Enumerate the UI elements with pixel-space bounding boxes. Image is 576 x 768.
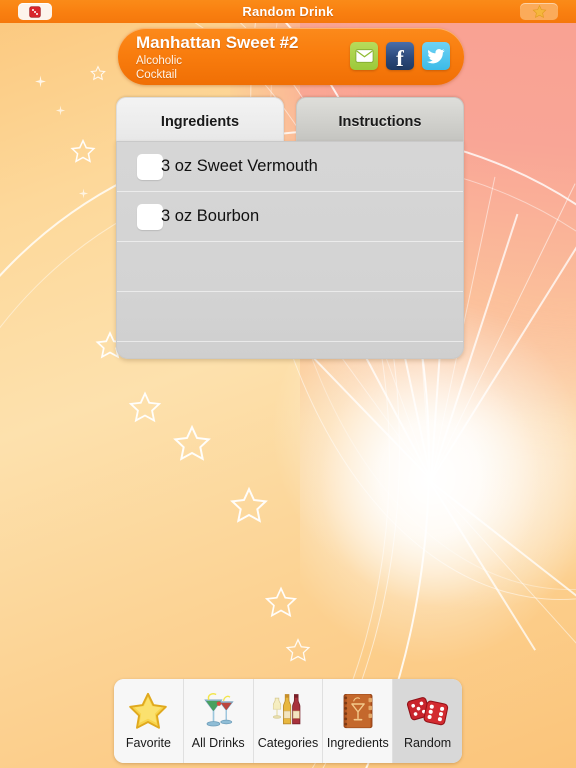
envelope-icon: [355, 49, 373, 63]
decorative-star-icon: [229, 485, 269, 525]
star-icon: [532, 4, 546, 19]
ingredient-row[interactable]: 3 oz Sweet Vermouth: [117, 142, 463, 192]
ingredient-row-empty: [117, 242, 463, 292]
tabbar-item-ingredients[interactable]: Ingredients: [323, 679, 394, 763]
drink-detail-panel: Ingredients Instructions 3 oz Sweet Verm…: [116, 97, 464, 359]
tab-ingredients[interactable]: Ingredients: [116, 97, 284, 145]
recipe-book-icon: [334, 687, 382, 735]
titlebar-title: Random Drink: [242, 4, 334, 19]
ingredient-row-empty: [117, 342, 463, 358]
tabbar-label: Categories: [257, 736, 319, 750]
tabbar-item-favorite[interactable]: Favorite: [114, 679, 184, 763]
ingredient-checkbox[interactable]: [137, 153, 163, 180]
email-share-button[interactable]: [350, 42, 378, 70]
tabbar-label: Favorite: [125, 736, 171, 750]
drink-type: Cocktail: [136, 69, 177, 81]
ingredient-row-empty: [117, 292, 463, 342]
cocktails-icon: [194, 687, 242, 735]
decorative-star-icon: [78, 188, 89, 199]
facebook-share-button[interactable]: f: [386, 42, 414, 70]
tabbar-item-all-drinks[interactable]: All Drinks: [183, 679, 254, 763]
bottles-icon: [264, 687, 312, 735]
ingredient-checkbox[interactable]: [137, 203, 163, 230]
tabbar-item-random[interactable]: Random: [393, 679, 462, 763]
ingredients-list: 3 oz Sweet Vermouth 3 oz Bourbon: [116, 141, 464, 359]
ingredient-label: 3 oz Bourbon: [161, 207, 260, 225]
twitter-bird-icon: [426, 48, 445, 64]
drink-category: Alcoholic: [136, 55, 183, 67]
decorative-star-icon: [172, 423, 212, 463]
decorative-star-icon: [264, 585, 298, 619]
ingredient-label: 3 oz Sweet Vermouth: [161, 157, 318, 175]
dice-icon: [404, 687, 452, 735]
titlebar-dice-button[interactable]: [18, 3, 52, 20]
share-buttons: f: [350, 42, 450, 70]
tabbar-label: Random: [403, 736, 452, 750]
detail-tabs: Ingredients Instructions: [116, 97, 464, 145]
star-icon: [124, 687, 172, 735]
ingredient-row[interactable]: 3 oz Bourbon: [117, 192, 463, 242]
tab-ingredients-label: Ingredients: [160, 113, 240, 130]
decorative-star-icon: [55, 105, 66, 116]
tab-instructions[interactable]: Instructions: [296, 97, 464, 145]
decorative-star-icon: [70, 138, 96, 164]
titlebar-favorite-button[interactable]: [520, 3, 558, 20]
decorative-star-icon: [285, 637, 311, 663]
bottom-tabbar: Favorite All Drinks Categories Ingredien…: [114, 679, 462, 763]
tab-instructions-label: Instructions: [338, 113, 422, 130]
twitter-share-button[interactable]: [422, 42, 450, 70]
tabbar-item-categories[interactable]: Categories: [253, 679, 324, 763]
tabbar-label: All Drinks: [191, 736, 245, 750]
decorative-star-icon: [128, 390, 162, 424]
titlebar: Random Drink: [0, 0, 576, 23]
drink-name: Manhattan Sweet #2: [136, 33, 299, 52]
tabbar-label: Ingredients: [326, 736, 389, 750]
drink-header-banner: Manhattan Sweet #2 Alcoholic Cocktail f: [118, 28, 464, 85]
dice-icon: [29, 5, 41, 18]
decorative-star-icon: [90, 65, 106, 81]
facebook-icon: f: [396, 45, 404, 71]
app-root: Random Drink Manhattan Sweet #2 Alcoholi…: [0, 0, 576, 768]
decorative-star-icon: [34, 75, 47, 88]
